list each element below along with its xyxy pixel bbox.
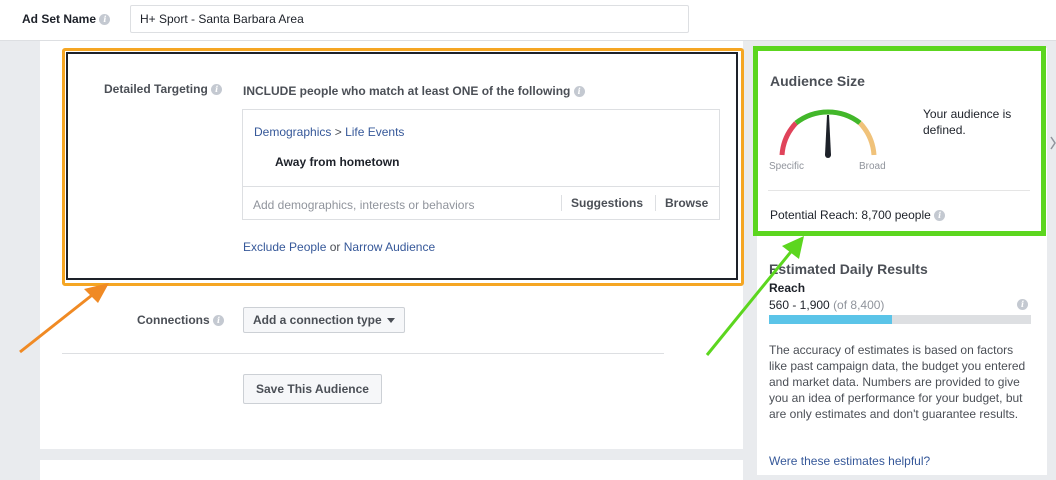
adset-name-input[interactable]: H+ Sport - Santa Barbara Area bbox=[130, 5, 689, 33]
estimate-description: The accuracy of estimates is based on fa… bbox=[769, 343, 1026, 421]
gauge-broad-label: Broad bbox=[859, 161, 886, 172]
include-heading-text: INCLUDE people who match at least ONE of… bbox=[243, 84, 571, 98]
targeting-box: Demographics > Life Events Away from hom… bbox=[242, 109, 720, 220]
suggestions-button[interactable]: Suggestions bbox=[561, 195, 652, 211]
estimates-helpful-link[interactable]: Were these estimates helpful? bbox=[769, 454, 930, 468]
info-icon[interactable]: i bbox=[211, 84, 223, 96]
divider bbox=[62, 353, 664, 354]
audience-status: Your audience is defined. bbox=[923, 107, 1012, 137]
reach-bar bbox=[769, 315, 1031, 324]
next-panel bbox=[40, 460, 743, 480]
reach-range-value: 560 - 1,900 bbox=[769, 298, 830, 312]
audience-size-card: Audience Size Specific Broad Your audien… bbox=[753, 46, 1046, 236]
info-icon[interactable]: i bbox=[99, 14, 111, 26]
info-icon[interactable]: i bbox=[213, 315, 225, 327]
add-connection-type-button[interactable]: Add a connection type bbox=[243, 307, 405, 333]
gauge-icon bbox=[779, 109, 877, 158]
exclude-narrow-line: Exclude People or Narrow Audience bbox=[243, 240, 435, 254]
breadcrumb-life-events[interactable]: Life Events bbox=[345, 125, 404, 139]
audience-size-title: Audience Size bbox=[770, 73, 865, 89]
connections-label-text: Connections bbox=[137, 313, 210, 327]
detailed-targeting-label-text: Detailed Targeting bbox=[104, 82, 208, 96]
exclude-people-link[interactable]: Exclude People bbox=[243, 240, 326, 254]
info-icon[interactable]: i bbox=[1017, 299, 1028, 310]
breadcrumb-separator: > bbox=[331, 125, 346, 139]
breadcrumb: Demographics > Life Events bbox=[254, 125, 404, 139]
include-heading: INCLUDE people who match at least ONE of… bbox=[243, 84, 585, 98]
add-connection-type-label: Add a connection type bbox=[253, 313, 382, 327]
reach-range: 560 - 1,900 (of 8,400) bbox=[769, 298, 884, 312]
add-targeting-row: Add demographics, interests or behaviors… bbox=[243, 186, 719, 221]
adset-name-label-text: Ad Set Name bbox=[22, 12, 97, 26]
potential-reach: Potential Reach: 8,700 people i bbox=[770, 208, 946, 222]
connections-label: Connections i bbox=[137, 313, 225, 327]
save-audience-button[interactable]: Save This Audience bbox=[243, 374, 382, 404]
chevron-right-icon[interactable] bbox=[1050, 136, 1056, 150]
info-icon[interactable]: i bbox=[934, 210, 946, 222]
add-targeting-input[interactable]: Add demographics, interests or behaviors bbox=[253, 198, 474, 212]
potential-reach-text: Potential Reach: 8,700 people bbox=[770, 208, 931, 222]
breadcrumb-demographics[interactable]: Demographics bbox=[254, 125, 331, 139]
info-icon[interactable]: i bbox=[573, 86, 585, 98]
reach-bar-fill bbox=[769, 315, 893, 324]
adset-name-label: Ad Set Name i bbox=[22, 12, 111, 26]
reach-label: Reach bbox=[769, 281, 806, 295]
detailed-targeting-label: Detailed Targeting i bbox=[104, 82, 223, 96]
reach-total: (of 8,400) bbox=[833, 298, 885, 312]
browse-button[interactable]: Browse bbox=[655, 195, 717, 211]
adset-name-bar: Ad Set Name i H+ Sport - Santa Barbara A… bbox=[0, 0, 1056, 41]
targeting-item[interactable]: Away from hometown bbox=[275, 155, 399, 169]
or-text: or bbox=[326, 240, 344, 254]
dropdown-caret-icon bbox=[386, 318, 395, 324]
estimated-results-title: Estimated Daily Results bbox=[769, 261, 928, 277]
gauge-specific-label: Specific bbox=[769, 161, 805, 172]
narrow-audience-link[interactable]: Narrow Audience bbox=[344, 240, 435, 254]
audience-separator bbox=[768, 190, 1030, 191]
